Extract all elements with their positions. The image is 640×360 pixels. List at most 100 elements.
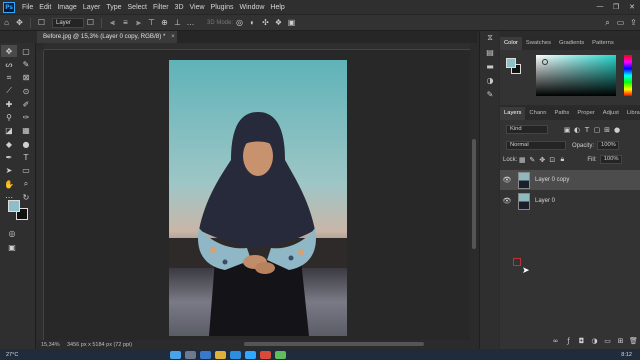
opacity-field[interactable]: 100% bbox=[597, 141, 620, 150]
roll-3d-icon[interactable]: ◐ bbox=[246, 18, 259, 27]
close-tab-icon[interactable]: × bbox=[171, 33, 175, 40]
align-top-icon[interactable]: ⊤ bbox=[145, 18, 158, 27]
zoom-tool-icon[interactable]: ⌕ bbox=[18, 178, 34, 190]
auto-select-dropdown[interactable]: Layer bbox=[52, 17, 84, 28]
layer-style-icon[interactable]: ƒ bbox=[562, 337, 575, 345]
document-tab[interactable]: Before.jpg @ 15,3% (Layer 0 copy, RGB/8)… bbox=[37, 31, 177, 43]
align-left-icon[interactable]: ⫷ bbox=[106, 18, 119, 28]
app-icon[interactable] bbox=[260, 350, 271, 359]
minimize-button[interactable]: — bbox=[592, 3, 608, 11]
quick-mask-icon[interactable]: ◎ bbox=[4, 227, 20, 239]
auto-select-checkbox[interactable]: ☐ bbox=[35, 18, 48, 27]
rotate-view-icon[interactable]: ↻ bbox=[18, 191, 34, 203]
menu-help[interactable]: Help bbox=[267, 4, 287, 11]
clock[interactable]: 8:12 bbox=[621, 352, 640, 358]
filter-shape-icon[interactable]: ▢ bbox=[592, 126, 602, 134]
align-center-icon[interactable]: ≡ bbox=[119, 18, 132, 27]
align-bottom-icon[interactable]: ⊥ bbox=[171, 18, 184, 27]
move-tool-icon[interactable]: ✥ bbox=[1, 45, 17, 58]
gradient-tool-icon[interactable]: ▦ bbox=[18, 125, 34, 137]
layer-row[interactable]: 👁︎ Layer 0 bbox=[500, 191, 640, 211]
layer-row[interactable]: 👁︎ Layer 0 copy bbox=[500, 170, 640, 190]
more-options-icon[interactable]: … bbox=[184, 18, 197, 27]
zoom-level[interactable]: 15,34% bbox=[37, 342, 67, 348]
history-panel-icon[interactable]: ⧖ bbox=[480, 31, 500, 45]
document-image[interactable] bbox=[169, 60, 347, 336]
filter-pixel-icon[interactable]: ▣ bbox=[562, 126, 572, 134]
history-brush-icon[interactable]: ✑ bbox=[18, 111, 34, 123]
blend-mode-dropdown[interactable]: Normal bbox=[506, 141, 566, 150]
orbit-3d-icon[interactable]: ◎ bbox=[233, 18, 246, 27]
search-icon[interactable]: ⌕ bbox=[601, 18, 614, 28]
tab-adjustments[interactable]: Adjust bbox=[599, 107, 623, 120]
blur-tool-icon[interactable]: ◆ bbox=[1, 138, 17, 150]
color-picker-handle[interactable] bbox=[542, 59, 548, 65]
vertical-scrollbar[interactable] bbox=[470, 43, 478, 340]
slide-3d-icon[interactable]: ❖ bbox=[272, 18, 285, 27]
lock-artboard-icon[interactable]: ⊡ bbox=[547, 156, 557, 164]
file-explorer-icon[interactable] bbox=[215, 350, 226, 359]
foreground-color-swatch[interactable] bbox=[8, 200, 20, 212]
link-layers-icon[interactable]: ∞ bbox=[549, 337, 562, 345]
menu-window[interactable]: Window bbox=[237, 4, 268, 11]
lock-transparency-icon[interactable]: ▦ bbox=[517, 156, 527, 164]
tab-patterns[interactable]: Patterns bbox=[588, 37, 618, 50]
path-select-icon[interactable]: ➤ bbox=[1, 165, 17, 177]
hand-tool-icon[interactable]: ✋ bbox=[1, 178, 17, 190]
comments-panel-icon[interactable]: ▬ bbox=[480, 59, 500, 73]
visibility-eye-icon[interactable]: 👁︎ bbox=[500, 176, 514, 184]
scale-3d-icon[interactable]: ▣ bbox=[285, 18, 298, 27]
align-middle-icon[interactable]: ⊕ bbox=[158, 18, 171, 27]
eyedropper-icon[interactable]: ⟋ bbox=[1, 85, 17, 97]
filter-smart-object-icon[interactable]: ⊞ bbox=[602, 126, 612, 134]
search-icon[interactable] bbox=[185, 350, 196, 359]
tab-paths[interactable]: Paths bbox=[551, 107, 574, 120]
tab-layers[interactable]: Layers bbox=[500, 107, 526, 120]
home-icon[interactable]: ⌂ bbox=[0, 18, 13, 27]
fill-field[interactable]: 100% bbox=[599, 155, 622, 164]
dodge-tool-icon[interactable]: ● bbox=[18, 138, 34, 150]
lasso-tool-icon[interactable]: ᔕ bbox=[1, 58, 17, 70]
visibility-eye-icon[interactable]: 👁︎ bbox=[500, 197, 514, 205]
filter-kind-dropdown[interactable]: Kind bbox=[506, 125, 548, 134]
photoshop-taskbar-icon[interactable] bbox=[245, 350, 256, 359]
close-button[interactable]: ✕ bbox=[624, 3, 640, 11]
horizontal-scroll-thumb[interactable] bbox=[244, 342, 424, 346]
new-layer-icon[interactable]: ⊞ bbox=[614, 337, 627, 345]
ruler-icon[interactable]: ⊙ bbox=[18, 85, 34, 97]
properties-panel-icon[interactable]: ▤ bbox=[480, 45, 500, 59]
lock-position-icon[interactable]: ✥ bbox=[537, 156, 547, 164]
lock-pixels-icon[interactable]: ✎ bbox=[527, 156, 537, 164]
type-tool-icon[interactable]: T bbox=[18, 151, 34, 163]
restore-button[interactable]: ❐ bbox=[608, 3, 624, 11]
menu-image[interactable]: Image bbox=[54, 4, 79, 11]
foreground-color-swatch[interactable] bbox=[506, 58, 516, 68]
menu-view[interactable]: View bbox=[187, 4, 208, 11]
layer-name[interactable]: Layer 0 copy bbox=[535, 177, 569, 183]
add-mask-icon[interactable]: ◘ bbox=[575, 337, 588, 345]
quick-select-icon[interactable]: ✎ bbox=[18, 58, 34, 70]
pan-3d-icon[interactable]: ✣ bbox=[259, 18, 272, 27]
app-icon[interactable] bbox=[275, 350, 286, 359]
screen-mode-icon[interactable]: ▣ bbox=[4, 241, 20, 253]
menu-3d[interactable]: 3D bbox=[172, 4, 187, 11]
menu-plugins[interactable]: Plugins bbox=[208, 4, 237, 11]
tab-libraries[interactable]: Librarie bbox=[623, 107, 640, 120]
healing-brush-icon[interactable]: ✚ bbox=[1, 98, 17, 110]
menu-select[interactable]: Select bbox=[125, 4, 150, 11]
rectangle-tool-icon[interactable]: ▭ bbox=[18, 165, 34, 177]
vertical-scroll-thumb[interactable] bbox=[472, 139, 476, 249]
lock-all-icon[interactable]: 🔒︎ bbox=[557, 155, 567, 164]
document-size[interactable]: 3456 px x 5184 px (72 ppi) bbox=[67, 342, 197, 348]
layer-name[interactable]: Layer 0 bbox=[535, 198, 555, 204]
delete-layer-icon[interactable]: 🗑︎ bbox=[627, 337, 640, 345]
filter-adjustment-icon[interactable]: ◐ bbox=[572, 126, 582, 134]
crop-tool-icon[interactable]: ⌗ bbox=[1, 72, 17, 84]
tab-channels[interactable]: Chann bbox=[525, 107, 550, 120]
align-right-icon[interactable]: ⫸ bbox=[132, 18, 145, 28]
clone-stamp-icon[interactable]: ⚲ bbox=[1, 111, 17, 123]
adjust-panel-icon[interactable]: ◑ bbox=[480, 73, 500, 87]
menu-layer[interactable]: Layer bbox=[80, 4, 104, 11]
tab-color[interactable]: Color bbox=[500, 37, 522, 50]
menu-filter[interactable]: Filter bbox=[150, 4, 172, 11]
